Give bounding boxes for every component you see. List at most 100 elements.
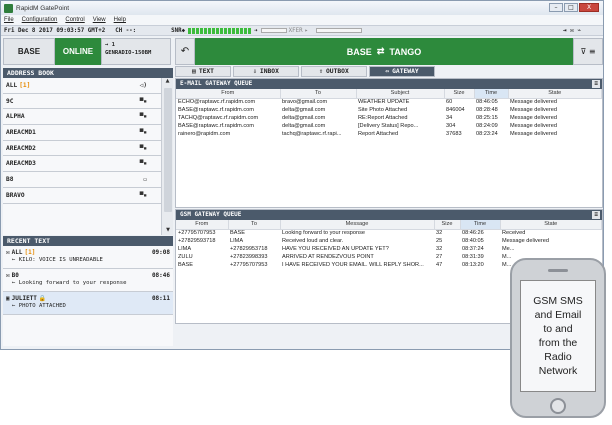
phone-callout: GSM SMS and Email to and from the Radio … <box>510 258 606 418</box>
address-item-areacmd2[interactable]: AREACMD2 ▀▪ <box>3 141 161 157</box>
route-to: TANGO <box>389 46 422 57</box>
snr-bars <box>188 27 252 34</box>
link-arrows-icon: ⇄ <box>376 46 385 56</box>
gsm-queue-header: GSM GATEWAY QUEUE ≡ <box>176 210 602 220</box>
phone-speaker-icon <box>548 269 568 272</box>
column-header[interactable]: To <box>228 220 281 230</box>
column-header[interactable]: To <box>280 89 357 99</box>
mail-status-icon: ✉ <box>570 27 574 34</box>
close-button[interactable]: X <box>579 3 599 12</box>
table-row[interactable]: +27829593718 LIMA Received loud and clear.… <box>176 237 602 245</box>
address-item-areacmd3[interactable]: AREACMD3 ▀▪ <box>3 156 161 173</box>
column-header[interactable]: State <box>508 89 602 99</box>
mobile-icon: ▭ <box>143 175 147 183</box>
modem-name: GENRADIO-150BM <box>105 50 152 56</box>
callout-screen: GSM SMS and Email to and from the Radio … <box>520 280 596 392</box>
address-item-bravo[interactable]: BRAVO ▀▪ <box>3 188 161 204</box>
recent-text-header: RECENT TEXT <box>3 236 173 246</box>
table-row[interactable]: LIMA +27829953718 HAVE YOU RECEIVED AN UPD… <box>176 245 602 253</box>
filter-icon[interactable]: ⊽ ≡ <box>573 38 603 65</box>
unread-count: [1] <box>24 249 36 256</box>
column-header[interactable]: From <box>176 220 229 230</box>
table-row[interactable]: BASE@raptawc.rf.rapidm.com delta@gmail.co… <box>176 106 602 114</box>
contact-icon: ▣ <box>6 295 10 302</box>
lock-icon: 🔒 <box>38 295 47 302</box>
tab-gateway[interactable]: ⇔ GATEWAY <box>369 66 435 77</box>
table-row[interactable]: rainero@rapidm.com tachq@raptawc.rf.rapi.… <box>176 130 602 138</box>
modem-info: → 1 GENRADIO-150BM <box>101 38 171 65</box>
route-banner: BASE ⇄ TANGO <box>195 38 573 65</box>
tab-inbox[interactable]: ⇩ INBOX <box>233 66 299 77</box>
signal-icon: ⌁ <box>577 27 581 34</box>
address-item-9c[interactable]: 9C ▀▪ <box>3 94 161 110</box>
table-row[interactable]: TACHQ@raptawc.rf.rapidm.com delta@gmail.c… <box>176 114 602 122</box>
maximize-button[interactable]: □ <box>564 3 578 12</box>
radio-icon: ▀▪ <box>139 191 147 199</box>
recent-preview: ← PHOTO ATTACHED <box>12 303 66 309</box>
column-header[interactable]: Message <box>280 220 435 230</box>
address-item-all[interactable]: ALL [1] ◁) <box>3 78 161 94</box>
column-header[interactable]: Subject <box>356 89 445 99</box>
link-count: → 1 <box>105 42 115 48</box>
address-book-scrollbar[interactable]: ▲ ▼ <box>161 78 173 235</box>
recent-time: 09:08 <box>151 249 170 256</box>
radio-icon: ▀▪ <box>139 128 147 136</box>
status-bar: Fri Dec 8 2017 09:03:57 GMT+2 CH --: SNR… <box>1 25 603 36</box>
column-header[interactable]: Time <box>460 220 501 230</box>
online-badge: ONLINE <box>55 38 101 65</box>
address-item-areacmd1[interactable]: AREACMD1 ▀▪ <box>3 125 161 141</box>
scroll-thumb[interactable] <box>164 88 172 212</box>
xfer-meter: XFER ▸ <box>260 27 363 34</box>
window-title: RapidM GatePoint <box>16 4 70 12</box>
snr-arrow-icon: ◆ <box>181 27 186 34</box>
recent-text-list: ✉ ALL [1] 09:08 ← KILO: VOICE IS UNREADABLE… <box>3 246 173 346</box>
snr-meter: SNR ◆ ➜ <box>171 27 258 34</box>
menu-help[interactable]: Help <box>114 17 126 23</box>
recent-text-item[interactable]: ✉ B0 08:46 ← Looking forward to your respo… <box>3 269 173 292</box>
radio-icon: ▀▪ <box>139 144 147 152</box>
scroll-up-icon[interactable]: ▲ <box>162 78 173 86</box>
xfer-label: XFER <box>288 27 303 34</box>
menu-icon[interactable]: ≡ <box>592 80 600 88</box>
tab-text[interactable]: ▤ TEXT <box>175 66 231 77</box>
column-header[interactable]: Size <box>444 89 475 99</box>
address-book-list: ALL [1] ◁) 9C ▀▪ ALPHA ▀▪ AREACMD1 ▀▪ AREACMD… <box>3 78 161 235</box>
menu-view[interactable]: View <box>93 17 106 23</box>
datetime-readout: Fri Dec 8 2017 09:03:57 GMT+2 <box>4 27 106 34</box>
menu-control[interactable]: Control <box>65 17 84 23</box>
call-bar: ↶ BASE ⇄ TANGO ⊽ ≡ <box>175 38 603 66</box>
route-from: BASE <box>346 46 372 57</box>
tx-arrow-icon: ➜ <box>254 27 258 34</box>
table-row[interactable]: BASE@raptawc.rf.rapidm.com delta@gmail.co… <box>176 122 602 130</box>
station-name[interactable]: BASE <box>3 38 55 65</box>
email-queue-table: From To Subject Size Time State ECHO@rap… <box>176 89 602 138</box>
column-header[interactable]: Time <box>474 89 509 99</box>
menu-configuration[interactable]: Configuration <box>22 17 58 23</box>
column-header[interactable]: State <box>500 220 602 230</box>
address-item-alpha[interactable]: ALPHA ▀▪ <box>3 109 161 126</box>
column-header[interactable]: From <box>176 89 281 99</box>
recent-time: 08:46 <box>151 272 170 279</box>
recent-text-item[interactable]: ▣ JULIETT 🔒 08:11 ← PHOTO ATTACHED <box>3 292 173 315</box>
rx-progress-bar <box>316 28 363 33</box>
minimize-button[interactable]: – <box>549 3 563 12</box>
text-icon: ▤ <box>192 68 196 75</box>
window-controls: – □ X <box>549 3 599 12</box>
table-row[interactable]: ECHO@raptawc.rf.rapidm.com bravo@gmail.co… <box>176 98 602 106</box>
left-column: BASE ONLINE → 1 GENRADIO-150BM ADDRESS B… <box>1 36 175 349</box>
inbox-icon: ⇩ <box>253 68 257 75</box>
phone-home-button-icon <box>550 398 566 414</box>
column-header[interactable]: Size <box>434 220 461 230</box>
menu-file[interactable]: File <box>4 17 14 23</box>
radio-icon: ▀▪ <box>139 97 147 105</box>
address-book-header: ADDRESS BOOK <box>3 68 173 78</box>
scroll-down-icon[interactable]: ▼ <box>162 227 174 235</box>
back-icon[interactable]: ↶ <box>175 38 195 65</box>
menu-icon[interactable]: ≡ <box>592 211 600 219</box>
table-row[interactable]: +27795707953 BASE Looking forward to your … <box>176 229 602 237</box>
tab-outbox[interactable]: ⇧ OUTBOX <box>301 66 367 77</box>
recent-text-item[interactable]: ✉ ALL [1] 09:08 ← KILO: VOICE IS UNREADABLE <box>3 246 173 269</box>
rx-arrow-icon: ▸ <box>304 27 309 34</box>
address-item-b8[interactable]: B8 ▭ <box>3 172 161 188</box>
recent-preview: ← Looking forward to your response <box>12 280 127 286</box>
